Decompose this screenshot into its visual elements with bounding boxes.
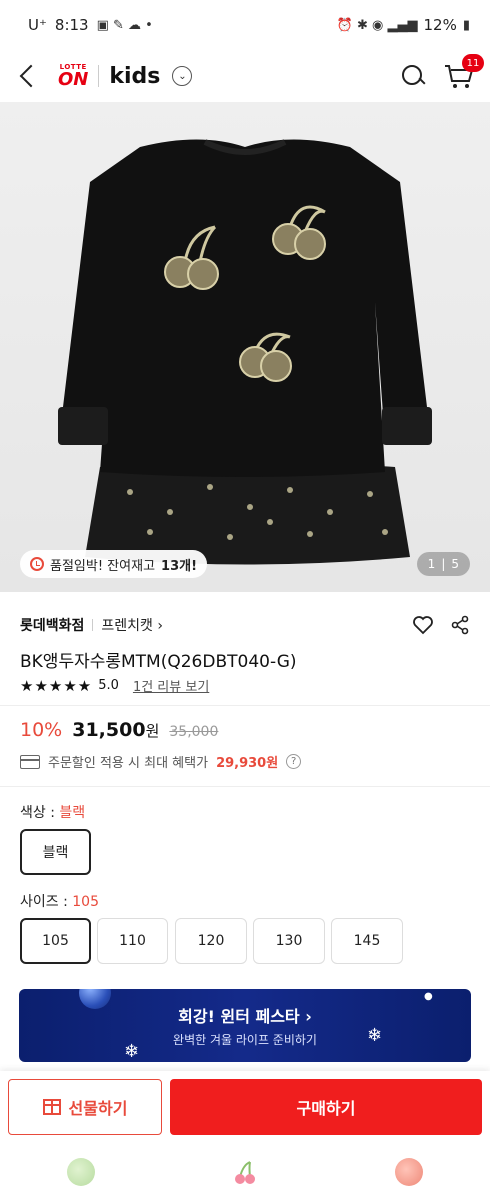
color-label: 색상 : 블랙 (20, 802, 85, 822)
bottom-nav (0, 1143, 490, 1200)
brand-row: 롯데백화점 프렌치캣 › (20, 615, 470, 635)
banner-title: 회강! 윈터 페스타 › (178, 1007, 312, 1026)
credit-card-icon (20, 754, 40, 769)
gift-button-label: 선물하기 (68, 1099, 128, 1118)
brand-divider (92, 619, 94, 631)
cart-count-badge: 11 (462, 54, 484, 72)
stock-alert-text: 품절임박! 잔여재고 (50, 558, 156, 574)
battery-level: 12% (423, 16, 457, 34)
color-option-black[interactable]: 블랙 (20, 829, 91, 875)
back-icon[interactable] (16, 64, 40, 88)
sale-price-value: 31,500 (72, 719, 146, 741)
carrier-label: U⁺ (28, 16, 47, 34)
gift-button[interactable]: 선물하기 (8, 1079, 162, 1135)
pager-current: 1 (427, 557, 436, 571)
discount-rate: 10% (20, 719, 63, 741)
review-link[interactable]: 1건 리뷰 보기 (133, 676, 209, 695)
buy-button-label: 구매하기 (296, 1099, 356, 1118)
share-icon[interactable] (450, 615, 470, 635)
color-selected-value: 블랙 (59, 805, 86, 821)
size-label-text: 사이즈 : (20, 894, 73, 910)
size-option-110[interactable]: 110 (97, 918, 168, 964)
currency-unit: 원 (145, 722, 160, 740)
star-rating-icon: ★★★★★ (20, 676, 93, 695)
banner-subtitle: 완벽한 겨울 라이프 준비하기 (173, 1033, 317, 1047)
cherry-icon[interactable] (230, 1157, 260, 1187)
benefit-amount: 29,930원 (216, 756, 279, 771)
header-divider (98, 65, 100, 87)
image-pager: 1 | 5 (416, 552, 470, 576)
size-option-105[interactable]: 105 (20, 918, 91, 964)
status-bar: U⁺ 8:13 ▣ ✎ ☁ • ⏰ ✱ ◉ ▂▄▆ 12% ▮ (0, 0, 490, 50)
section-divider (0, 705, 490, 706)
stock-alert-count: 13개! (161, 558, 198, 574)
size-option-120[interactable]: 120 (175, 918, 247, 964)
price-row: 10% 31,500원 35,000 (20, 719, 218, 741)
help-icon[interactable]: ? (286, 754, 302, 769)
chevron-down-icon[interactable]: ⌄ (172, 66, 193, 86)
notification-icons: ▣ ✎ ☁ • (96, 17, 153, 33)
pager-total: 5 (451, 557, 459, 571)
rating-row: ★★★★★ 5.0 1건 리뷰 보기 (20, 676, 209, 696)
heart-icon[interactable] (412, 615, 434, 635)
battery-icon: ▮ (462, 17, 470, 33)
size-option-130[interactable]: 130 (253, 918, 325, 964)
section-title: kids (109, 63, 161, 89)
buy-button[interactable]: 구매하기 (170, 1079, 482, 1135)
section-divider (0, 786, 490, 787)
cart-button[interactable]: 11 (444, 54, 484, 90)
color-label-text: 색상 : (20, 805, 60, 821)
product-image[interactable]: 품절임박! 잔여재고 13개! 1 | 5 (0, 102, 490, 592)
winter-festa-banner[interactable]: ❄ ❄ ● 회강! 윈터 페스타 › 완벽한 겨울 라이프 준비하기 (19, 989, 471, 1062)
sparkle-icon: ● (424, 991, 433, 1002)
pager-separator: | (441, 557, 446, 571)
product-title: BK앵두자수롱MTM(Q26DBT040-G) (20, 652, 297, 672)
store-link[interactable]: 프렌치캣 › (101, 615, 163, 635)
benefit-row: 주문할인 적용 시 최대 혜택가 29,930원 ? (20, 752, 302, 771)
size-label: 사이즈 : 105 (20, 891, 99, 911)
system-icons: ⏰ ✱ ◉ ▂▄▆ (336, 17, 418, 33)
size-selected-value: 105 (72, 894, 99, 910)
gift-icon (42, 1099, 61, 1115)
size-option-145[interactable]: 145 (331, 918, 403, 964)
sale-price: 31,500원 (72, 719, 159, 741)
rating-score: 5.0 (98, 678, 119, 693)
purchase-bar: 선물하기 구매하기 (0, 1071, 490, 1143)
stock-alert-chip: 품절임박! 잔여재고 13개! (20, 550, 208, 578)
apple-green-icon[interactable] (67, 1157, 96, 1186)
original-price: 35,000 (169, 724, 219, 740)
app-header: LOTTE ON kids ⌄ 11 (0, 50, 490, 102)
lotte-on-logo[interactable]: LOTTE ON (58, 63, 88, 89)
search-icon[interactable] (400, 63, 426, 89)
sweatshirt-illustration (58, 139, 432, 565)
benefit-text: 주문할인 적용 시 최대 혜택가 (48, 756, 209, 771)
apple-red-icon[interactable] (394, 1157, 423, 1186)
brand-name: 롯데백화점 (20, 618, 85, 634)
alarm-clock-icon (30, 557, 44, 571)
clock-time: 8:13 (54, 16, 89, 34)
